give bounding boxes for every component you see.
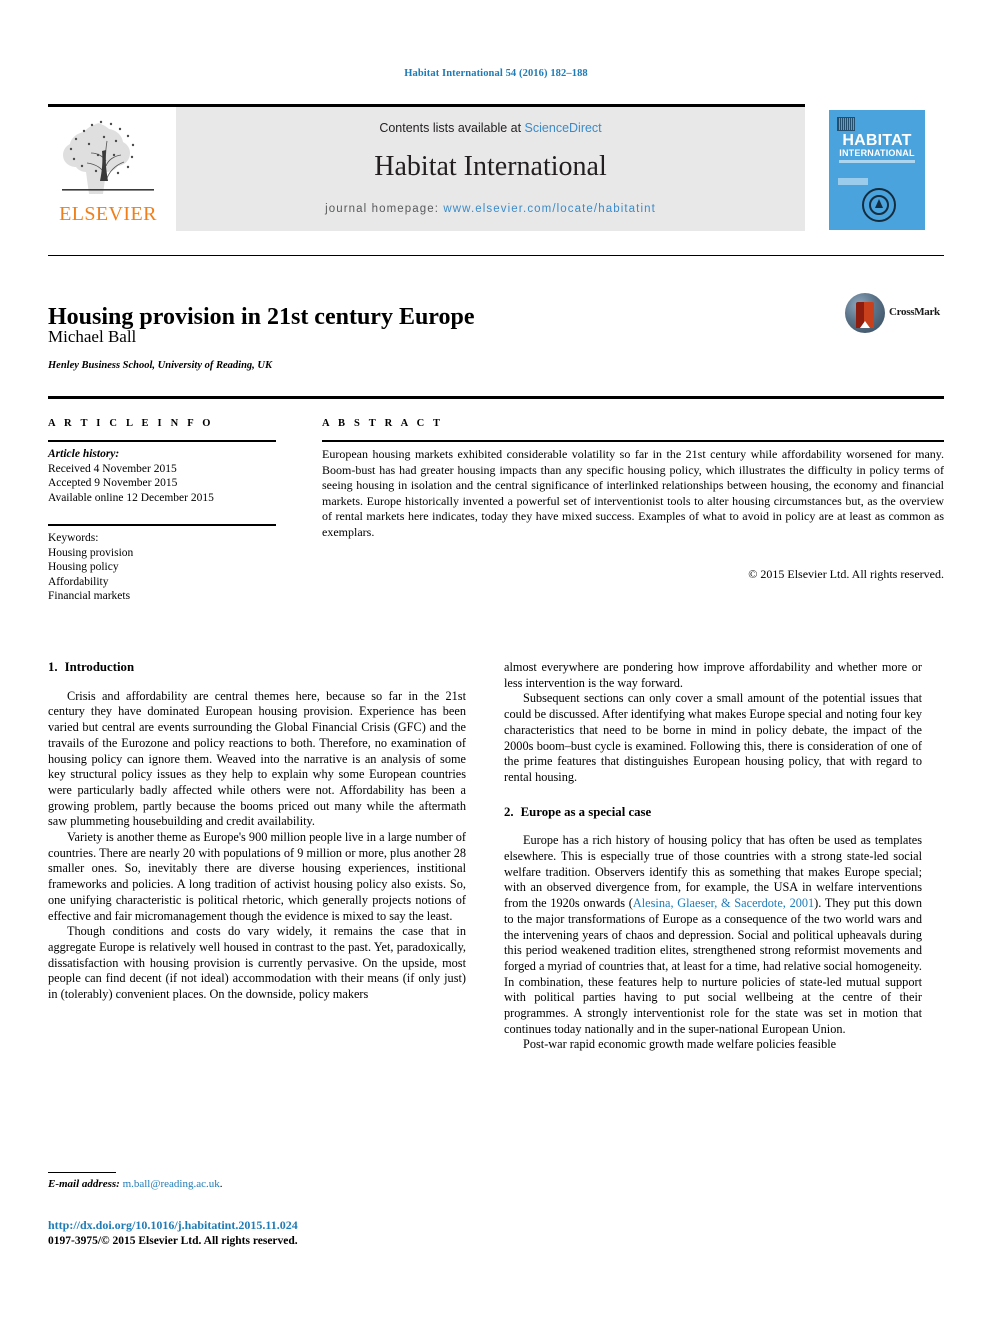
section-heading-1: 1. Introduction [48,660,466,676]
footnote-rule [48,1172,116,1173]
contents-line: Contents lists available at ScienceDirec… [176,121,805,135]
cover-barcode-icon [837,117,855,131]
crossmark-book-icon [856,302,874,328]
section-heading-2: 2. Europe as a special case [504,805,922,821]
paragraph: Subsequent sections can only cover a sma… [504,691,922,784]
article-history-block: Article history: Received 4 November 201… [48,447,298,505]
paragraph: Though conditions and costs do vary wide… [48,924,466,1002]
abstract-copyright: © 2015 Elsevier Ltd. All rights reserved… [748,567,944,581]
abstract-heading: A B S T R A C T [322,418,444,429]
article-info-rule [48,440,276,442]
masthead-banner: Contents lists available at ScienceDirec… [176,107,805,231]
email-period: . [219,1178,223,1190]
received-date: Received 4 November 2015 [48,462,177,475]
crossmark-badge[interactable]: CrossMark [845,291,945,337]
issn-copyright: 0197-3975/© 2015 Elsevier Ltd. All right… [48,1235,298,1247]
body-column-right: almost everywhere are pondering how impr… [504,660,922,1053]
author-affiliation: Henley Business School, University of Re… [48,360,273,371]
email-footnote: E-mail address: m.ball@reading.ac.uk. [48,1178,468,1190]
cover-title-line2: INTERNATIONAL [839,148,915,158]
cover-smalltext-bar [838,178,868,185]
cover-artwork: HABITAT INTERNATIONAL [829,110,925,230]
doi-link[interactable]: http://dx.doi.org/10.1016/j.habitatint.2… [48,1218,298,1233]
available-online-date: Available online 12 December 2015 [48,491,214,504]
keywords-block: Keywords: Housing provision Housing poli… [48,531,298,604]
paragraph: Crisis and affordability are central the… [48,688,466,829]
author-name: Michael Ball [48,327,137,346]
info-band-top-rule [48,396,944,399]
abstract-text: European housing markets exhibited consi… [322,447,944,539]
keyword-item: Housing policy [48,561,119,573]
keywords-label: Keywords: [48,532,99,544]
journal-cover-thumbnail: HABITAT INTERNATIONAL [824,107,930,233]
section-number-1: 1. [48,660,58,674]
elsevier-wordmark: ELSEVIER [59,203,157,225]
journal-homepage-line: journal homepage: www.elsevier.com/locat… [176,203,805,215]
crossmark-icon [845,293,885,333]
crossmark-label: CrossMark [889,306,940,318]
section-title-2: Europe as a special case [520,804,652,819]
citation-link[interactable]: Alesina, Glaeser, & Sacerdote, 2001 [633,896,814,910]
accepted-date: Accepted 9 November 2015 [48,477,178,489]
article-page: Habitat International 54 (2016) 182–188 [0,0,992,1323]
email-label: E-mail address: [48,1178,120,1190]
journal-title: Habitat International [374,151,607,182]
body-column-left: 1. Introduction Crisis and affordability … [48,660,466,1003]
keyword-item: Housing provision [48,546,134,559]
title-divider [48,255,944,256]
running-head: Habitat International 54 (2016) 182–188 [404,68,588,79]
article-history-label: Article history: [48,448,120,460]
elsevier-logo: ELSEVIER [48,107,168,231]
abstract-rule [322,440,944,442]
cover-emblem-icon [862,188,896,222]
paragraph-with-citation: Europe has a rich history of housing pol… [504,833,922,1037]
article-info-heading: A R T I C L E I N F O [48,418,214,429]
paragraph-continuation: almost everywhere are pondering how impr… [504,660,922,690]
paragraph: Variety is another theme as Europe's 900… [48,830,466,923]
section-number-2: 2. [504,804,514,819]
paragraph: Post-war rapid economic growth made welf… [523,1037,837,1052]
sciencedirect-link[interactable]: ScienceDirect [525,121,602,135]
section-title-1: Introduction [64,660,135,674]
contents-prefix: Contents lists available at [379,121,525,135]
journal-masthead: ELSEVIER Contents lists available at Sci… [48,107,805,231]
keyword-item: Financial markets [48,590,131,602]
keyword-item: Affordability [48,575,109,588]
keywords-rule [48,524,276,526]
paragraph-text-after-citation: ). They put this down to the major trans… [504,896,922,1036]
homepage-prefix: journal homepage: [325,203,444,215]
homepage-url-link[interactable]: www.elsevier.com/locate/habitatint [443,203,656,215]
email-link[interactable]: m.ball@reading.ac.uk [123,1178,220,1190]
elsevier-tree-icon [62,120,154,194]
cover-subtitle-bar [839,160,915,163]
